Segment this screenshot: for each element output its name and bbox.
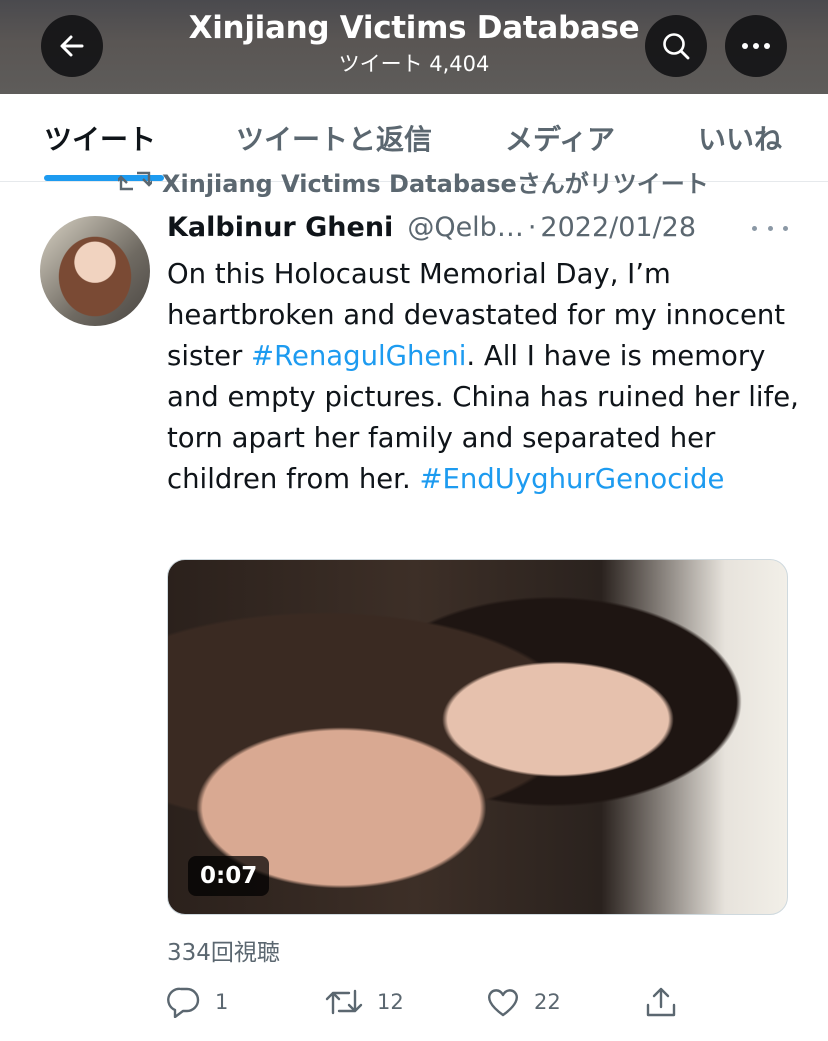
tweet-text: On this Holocaust Memorial Day, I’m hear… [167,254,807,500]
view-count: 334回視聴 [167,940,280,966]
profile-header: Xinjiang Victims Database ツイート 4,404 [0,0,828,94]
tweet-more-icon[interactable] [752,218,788,238]
retweet-count: 12 [377,990,404,1014]
retweet-icon [325,989,363,1015]
tab-tweets-and-replies[interactable]: ツイートと返信 [236,118,432,158]
tweet-date[interactable]: 2022/01/28 [540,212,696,243]
video-duration: 0:07 [188,856,270,896]
more-button[interactable] [725,15,787,77]
back-button[interactable] [41,15,103,77]
retweet-small-icon [118,171,152,191]
author-handle[interactable]: @Qelb… [407,212,524,243]
search-button[interactable] [645,15,707,77]
hashtag-link[interactable]: #EndUyghurGenocide [419,463,724,495]
tab-media[interactable]: メディア [505,118,615,158]
reply-button[interactable]: 1 [167,982,228,1022]
like-button[interactable]: 22 [486,982,561,1022]
like-count: 22 [534,990,561,1014]
tweet-header: Kalbinur Gheni @Qelb… · 2022/01/28 [167,212,807,252]
tab-likes[interactable]: いいね [698,118,782,158]
reply-count: 1 [215,990,229,1014]
tab-tweets[interactable]: ツイート [44,118,156,158]
profile-timeline-page: Xinjiang Victims Database ツイート 4,404 ツイー… [0,0,828,1041]
reply-icon [167,987,200,1018]
author-name[interactable]: Kalbinur Gheni [167,212,393,243]
search-icon [663,33,690,60]
separator: · [527,212,537,243]
share-button[interactable] [644,982,678,1022]
retweet-context[interactable]: Xinjiang Victims Databaseさんがリツイート [118,170,709,200]
back-arrow-icon [60,35,84,57]
profile-title: Xinjiang Victims Database [188,10,640,46]
retweet-button[interactable]: 12 [325,982,404,1022]
more-horizontal-icon [742,43,770,49]
retweet-context-label: Xinjiang Victims Databaseさんがリツイート [162,170,709,198]
tweet-count: ツイート 4,404 [338,52,490,76]
profile-tabs: ツイート ツイートと返信 メディア いいね [0,94,828,182]
hashtag-link[interactable]: #RenagulGheni [251,340,466,372]
heart-icon [488,989,518,1017]
video-thumbnail[interactable]: 0:07 [167,559,788,915]
share-icon [646,987,676,1017]
avatar[interactable] [40,216,150,326]
